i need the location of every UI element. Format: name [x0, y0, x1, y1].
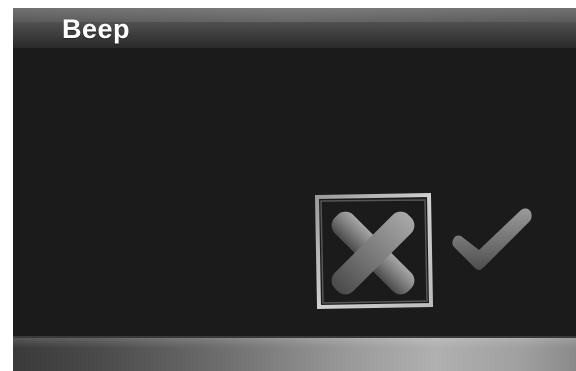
cross-icon: [331, 211, 415, 295]
checkmark-icon: [452, 208, 532, 270]
cancel-button[interactable]: [311, 193, 435, 311]
bottom-bar: [13, 338, 576, 371]
title-bar: Beep: [13, 8, 576, 48]
device-screen: Beep: [13, 8, 576, 371]
confirm-button[interactable]: [449, 204, 535, 274]
page-title: Beep: [62, 14, 131, 44]
dialog-content: [13, 48, 576, 336]
